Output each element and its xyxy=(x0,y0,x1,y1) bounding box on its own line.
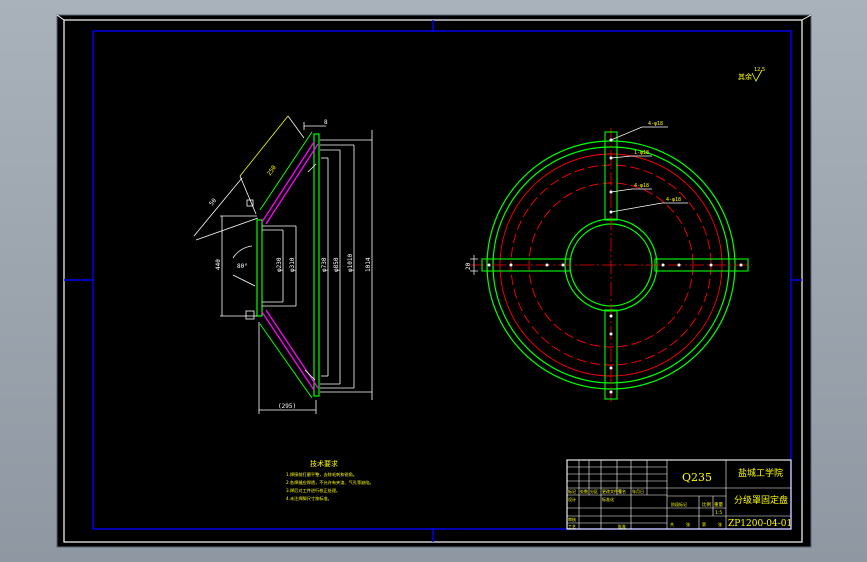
row-label-process: 工艺 xyxy=(568,524,576,529)
sheet-label-sheets-1: 张 xyxy=(686,521,690,527)
scale-label: 比例 xyxy=(702,501,711,508)
sheet-label-sheets-2: 张 xyxy=(718,521,722,527)
tech-req-item-3: 3.焊后对工件进行校正处理。 xyxy=(286,487,340,494)
dim-left-height: 440 xyxy=(215,259,222,270)
tech-req-title: 技术要求 xyxy=(310,459,338,468)
sheet-label-total: 共 xyxy=(670,521,674,527)
row-label-date: 年月日 xyxy=(632,488,644,494)
part-name: 分级罩固定盘 xyxy=(734,494,788,506)
row-label-count: 处数 xyxy=(580,488,588,494)
dim-overall: 1014 xyxy=(365,257,372,272)
row-label-stage: 阶段标记 xyxy=(671,501,687,507)
sheet-background xyxy=(56,14,812,548)
scale-value: 1:5 xyxy=(715,510,722,516)
dim-inner-dia-1: φ230 xyxy=(276,257,283,272)
callout-1: 4-φ18 xyxy=(648,121,663,127)
dim-outer-dia-3: φ1010 xyxy=(347,254,354,272)
tech-req-item-1: 1.焊接前打磨平整，去除毛刺和锐角。 xyxy=(286,471,357,478)
roughness-value: 12.5 xyxy=(754,67,765,73)
callout-2: 1-φ18 xyxy=(634,150,649,156)
school-name: 盐城工学院 xyxy=(738,467,783,479)
row-label-zone: 分区 xyxy=(590,488,598,494)
sheet-label-no: 第 xyxy=(702,521,706,527)
slot-label: 20 xyxy=(465,262,472,270)
tech-req-item-2: 2.各焊缝应焊透，不允许有夹渣、气孔等缺陷。 xyxy=(286,479,374,486)
dim-outer-dia-1: φ730 xyxy=(321,257,328,272)
row-label-signature: 签名 xyxy=(618,488,626,494)
row-label-design: 设计 xyxy=(568,496,576,502)
dim-top-offset: 8 xyxy=(324,119,328,126)
tech-req-item-4: 4.未注焊脚尺寸按标准。 xyxy=(286,495,332,502)
roughness-label: 其余 xyxy=(738,72,752,81)
row-label-review: 审核 xyxy=(568,516,576,522)
cad-viewport: 8 250 50 440 80° φ230 φ310 φ730 φ850 φ10… xyxy=(0,0,867,562)
callout-4: 4-φ18 xyxy=(666,197,681,203)
row-label-mark: 标记 xyxy=(568,488,576,494)
drawing-canvas[interactable]: 8 250 50 440 80° φ230 φ310 φ730 φ850 φ10… xyxy=(0,0,867,562)
dim-bottom-width: (295) xyxy=(278,403,296,410)
dim-outer-dia-2: φ850 xyxy=(333,257,340,272)
drawing-number: ZP1200-04-01 xyxy=(728,519,792,529)
material-label: Q235 xyxy=(682,471,712,484)
dim-angle: 80° xyxy=(237,263,248,270)
callout-3: 4-φ18 xyxy=(634,183,649,189)
weight-label: 重量 xyxy=(714,501,723,508)
dim-inner-dia-2: φ310 xyxy=(289,257,296,272)
row-label-approve: 批准 xyxy=(618,523,626,529)
row-label-standardization: 标准化 xyxy=(602,496,614,502)
